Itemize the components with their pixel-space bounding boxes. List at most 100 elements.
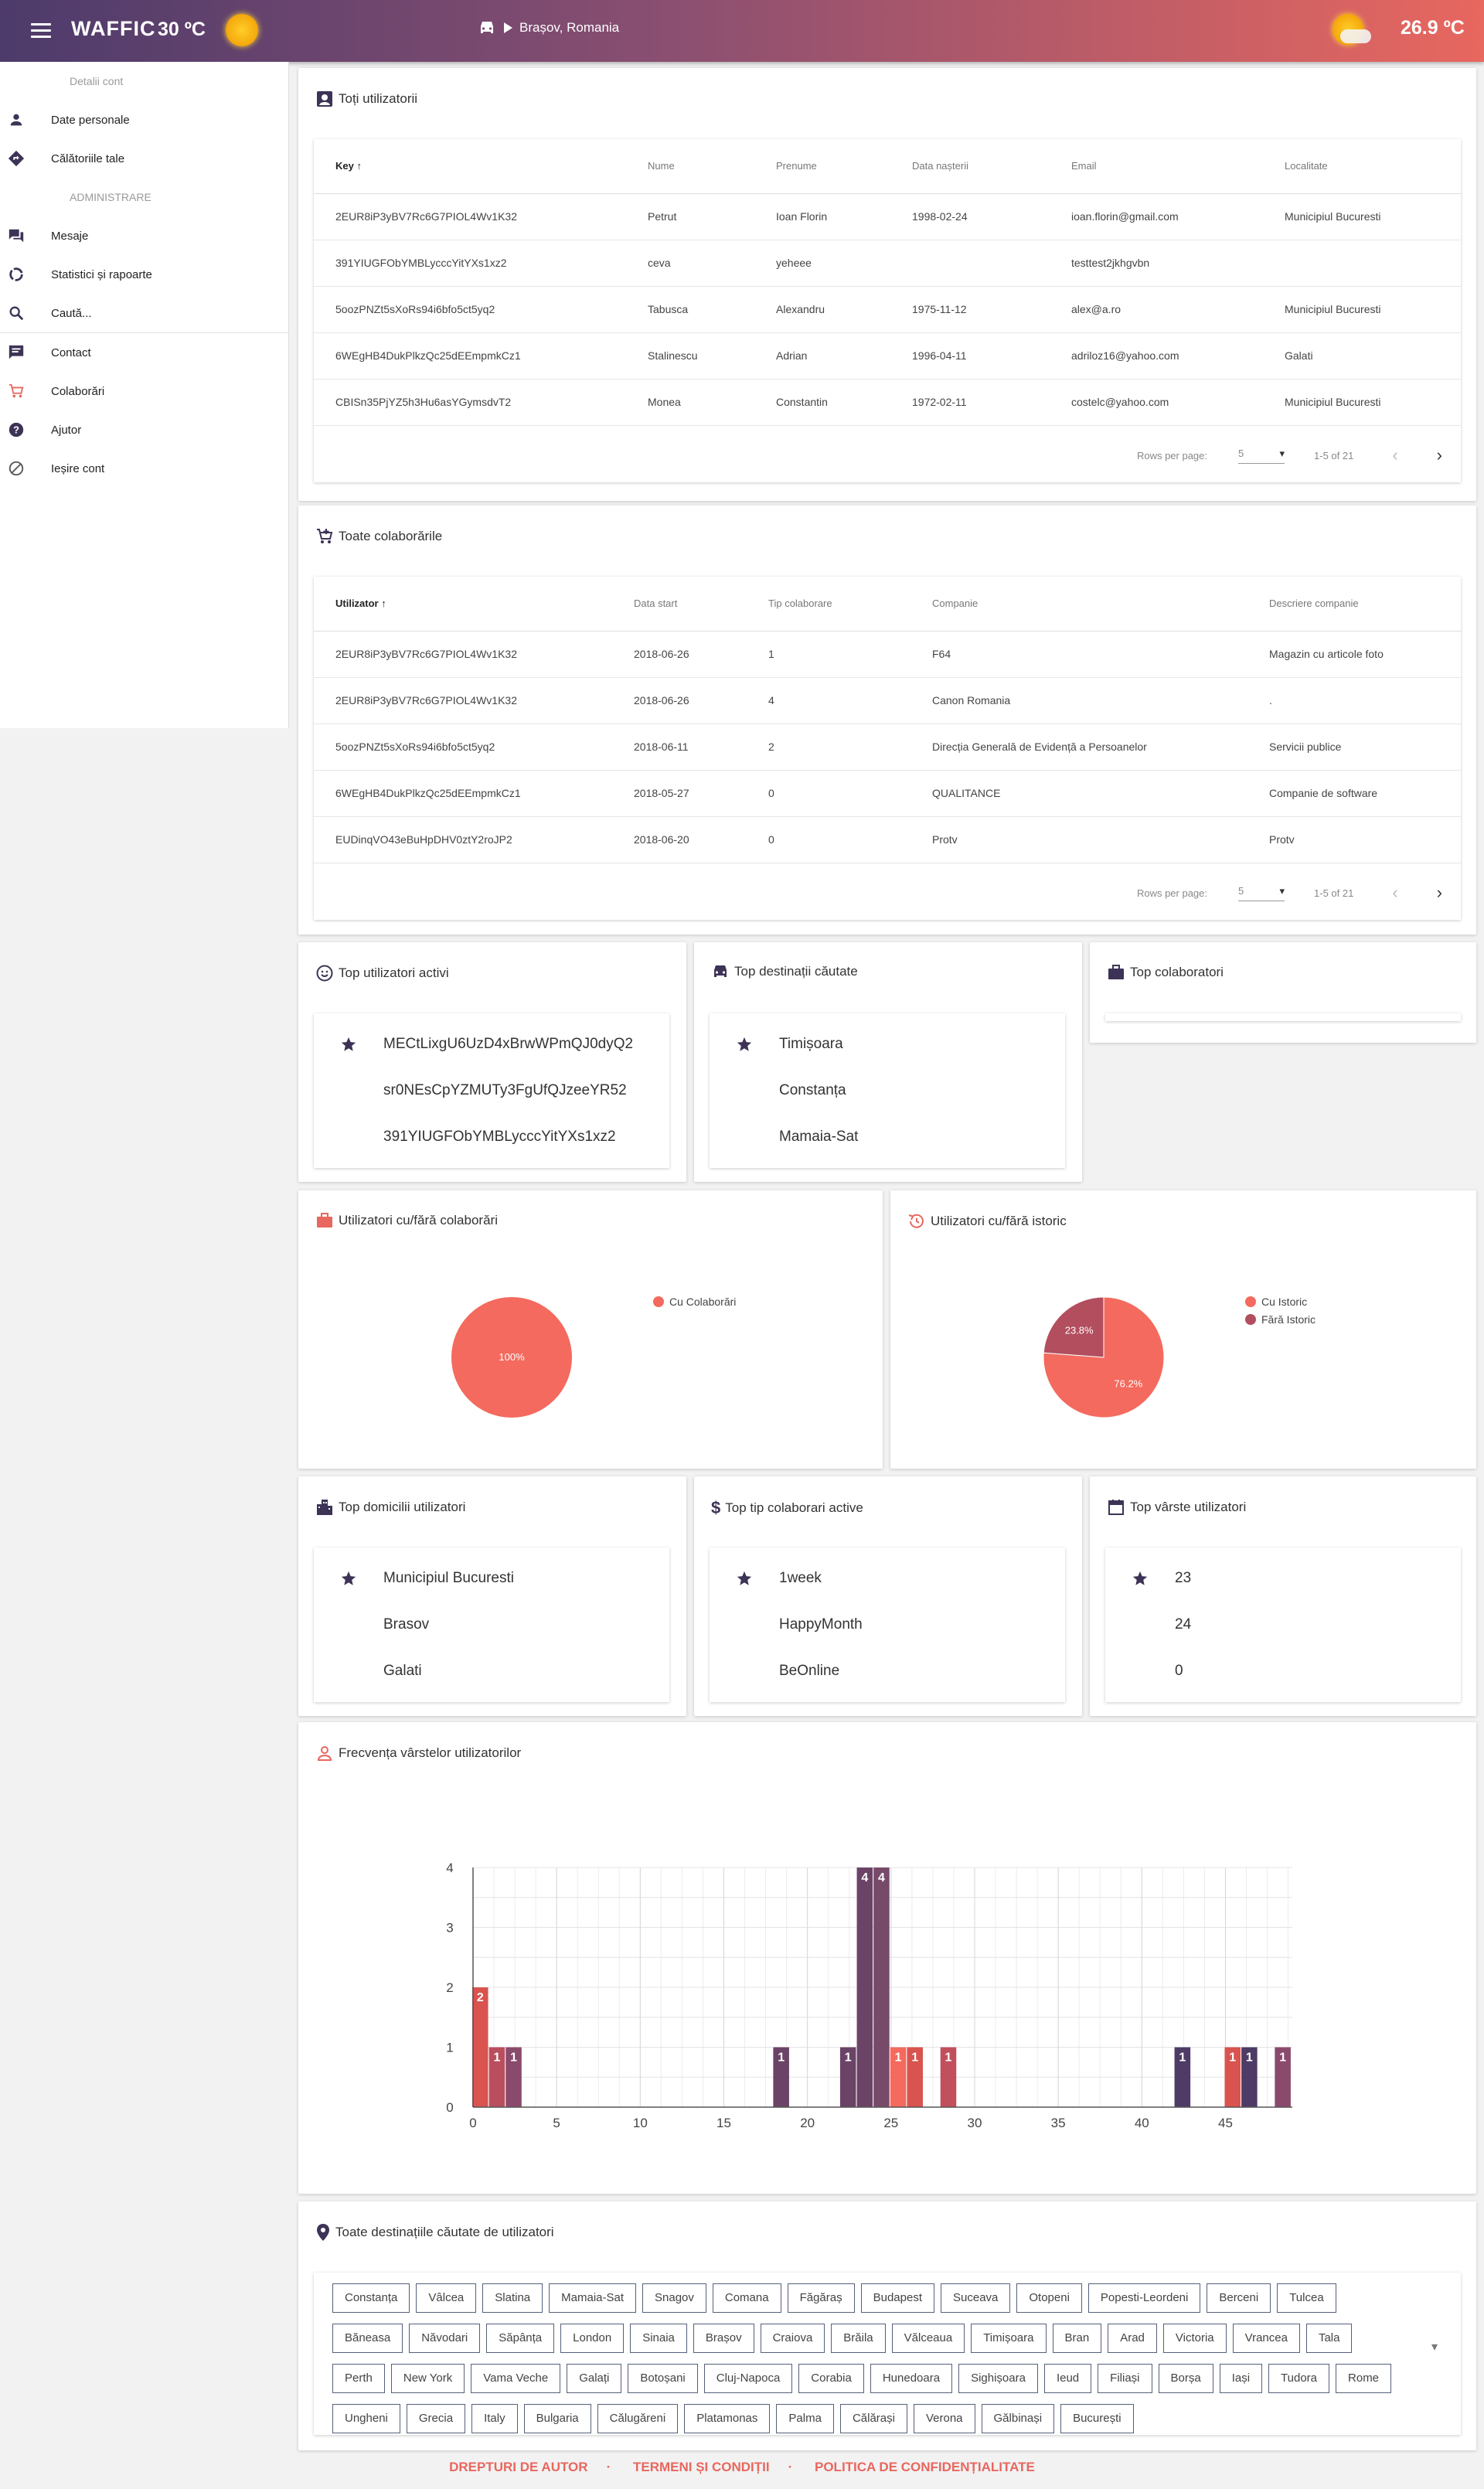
destination-chip[interactable]: Filiași xyxy=(1098,2364,1152,2393)
destination-chip[interactable]: Vâlcea xyxy=(416,2283,477,2313)
list-item[interactable]: 24 xyxy=(1105,1602,1461,1648)
destination-chip[interactable]: Ungheni xyxy=(332,2404,400,2433)
destination-chip[interactable]: Tala xyxy=(1305,2324,1353,2353)
col-header-first-name[interactable]: Prenume xyxy=(754,139,890,194)
list-item[interactable]: HappyMonth xyxy=(710,1602,1065,1648)
destination-chip[interactable]: London xyxy=(560,2324,625,2353)
list-item[interactable]: Brasov xyxy=(314,1602,669,1648)
destination-chip[interactable]: Hunedoara xyxy=(870,2364,953,2393)
sidebar-item-search[interactable]: Caută... xyxy=(0,294,288,332)
destination-chip[interactable]: Verona xyxy=(913,2404,975,2433)
next-page-icon[interactable]: › xyxy=(1437,883,1442,903)
destination-chip[interactable]: Săpânța xyxy=(486,2324,555,2353)
destination-chip[interactable]: Gălbinași xyxy=(981,2404,1055,2433)
sidebar-item-messages[interactable]: Mesaje xyxy=(0,216,288,255)
prev-page-icon[interactable]: ‹ xyxy=(1392,445,1397,465)
destination-chip[interactable]: Iași xyxy=(1219,2364,1263,2393)
destination-chip[interactable]: Borșa xyxy=(1158,2364,1213,2393)
destination-chip[interactable]: Tudora xyxy=(1268,2364,1330,2393)
table-row[interactable]: 2EUR8iP3yBV7Rc6G7PIOL4Wv1K32 Petrut Ioan F… xyxy=(314,193,1461,240)
destination-chip[interactable]: Snagov xyxy=(642,2283,706,2313)
col-header-collab-type[interactable]: Tip colaborare xyxy=(747,577,910,632)
col-header-last-name[interactable]: Nume xyxy=(626,139,754,194)
destination-chip[interactable]: Mamaia-Sat xyxy=(549,2283,636,2313)
destination-chip[interactable]: Năvodari xyxy=(409,2324,481,2353)
destination-chip[interactable]: Otopeni xyxy=(1016,2283,1082,2313)
destination-chip[interactable]: Vălceaua xyxy=(891,2324,965,2353)
destination-chip[interactable]: Brașov xyxy=(693,2324,754,2353)
destination-chip[interactable]: Platamonas xyxy=(684,2404,771,2433)
menu-icon[interactable] xyxy=(31,23,51,39)
legend-label[interactable]: Cu Colaborări xyxy=(669,1296,736,1308)
table-row[interactable]: 2EUR8iP3yBV7Rc6G7PIOL4Wv1K32 2018-06-26 1 F… xyxy=(314,631,1461,678)
destination-chip[interactable]: Italy xyxy=(471,2404,518,2433)
destination-chip[interactable]: Constanța xyxy=(332,2283,410,2313)
table-row[interactable]: 6WEgHB4DukPlkzQc25dEEmpmkCz1 Stalinescu Ad… xyxy=(314,332,1461,380)
destination-chip[interactable]: Suceava xyxy=(941,2283,1011,2313)
destination-chip[interactable]: Craiova xyxy=(760,2324,825,2353)
destination-chip[interactable]: Tulcea xyxy=(1277,2283,1336,2313)
destination-chip[interactable]: Vrancea xyxy=(1232,2324,1300,2353)
table-row[interactable]: CBISn35PjYZ5h3Hu6asYGymsdvT2 Monea Constan… xyxy=(314,379,1461,426)
destination-chip[interactable]: Făgăraș xyxy=(787,2283,855,2313)
sidebar-item-help[interactable]: ? Ajutor xyxy=(0,410,288,449)
list-item[interactable]: 0 xyxy=(1105,1648,1461,1694)
destination-chip[interactable]: Sighișoara xyxy=(958,2364,1038,2393)
legend-label[interactable]: Cu Istoric xyxy=(1261,1296,1307,1308)
list-item[interactable]: Timișoara xyxy=(710,1021,1065,1067)
list-item[interactable]: MECtLixgU6UzD4xBrwWPmQJ0dyQ2 xyxy=(314,1021,669,1067)
destination-chip[interactable]: Galați xyxy=(567,2364,622,2393)
destination-chip[interactable]: Călugăreni xyxy=(597,2404,679,2433)
destination-chip[interactable]: Berceni xyxy=(1207,2283,1271,2313)
table-row[interactable]: EUDinqVO43eBuHpDHV0ztY2roJP2 2018-06-20 0 P… xyxy=(314,816,1461,863)
location-indicator[interactable]: Brașov, Romania xyxy=(478,20,619,36)
destination-chip[interactable]: Corabia xyxy=(798,2364,864,2393)
sidebar-item-logout[interactable]: Ieșire cont xyxy=(0,449,288,488)
destination-chip[interactable]: Slatina xyxy=(482,2283,543,2313)
list-item[interactable]: 391YIUGFObYMBLycccYitYXs1xz2 xyxy=(314,1114,669,1160)
destination-chip[interactable]: Bulgaria xyxy=(523,2404,591,2433)
table-row[interactable]: 5oozPNZt5sXoRs94i6bfo5ct5yq2 Tabusca Alexa… xyxy=(314,286,1461,333)
footer-link-privacy[interactable]: POLITICA DE CONFIDENȚIALITATE xyxy=(815,2460,1035,2474)
col-header-birthdate[interactable]: Data nașterii xyxy=(890,139,1050,194)
destination-chip[interactable]: Victoria xyxy=(1162,2324,1227,2353)
list-item[interactable]: sr0NEsCpYZMUTy3FgUfQJzeeYR52 xyxy=(314,1067,669,1114)
destination-chip[interactable]: Popesti-Leordeni xyxy=(1087,2283,1201,2313)
expand-more-icon[interactable]: ▾ xyxy=(1431,2339,1438,2355)
col-header-key[interactable]: Key ↑ xyxy=(314,139,626,194)
destination-chip[interactable]: Brăila xyxy=(831,2324,886,2353)
destination-chip[interactable]: Arad xyxy=(1108,2324,1157,2353)
rows-per-page-select[interactable]: 5 ▾ xyxy=(1238,885,1285,901)
destination-chip[interactable]: Comana xyxy=(712,2283,781,2313)
col-header-user[interactable]: Utilizator ↑ xyxy=(314,577,612,632)
sidebar-item-personal-data[interactable]: Date personale xyxy=(0,100,288,139)
footer-link-terms[interactable]: TERMENI ȘI CONDIȚII xyxy=(633,2460,770,2474)
list-item[interactable]: 1week xyxy=(710,1555,1065,1602)
destination-chip[interactable]: Grecia xyxy=(406,2404,466,2433)
list-item[interactable]: Mamaia-Sat xyxy=(710,1114,1065,1160)
col-header-email[interactable]: Email xyxy=(1050,139,1263,194)
col-header-company[interactable]: Companie xyxy=(910,577,1247,632)
destination-chip[interactable]: Cluj-Napoca xyxy=(703,2364,793,2393)
footer-link-copyright[interactable]: DREPTURI DE AUTOR xyxy=(449,2460,587,2474)
table-row[interactable]: 2EUR8iP3yBV7Rc6G7PIOL4Wv1K32 2018-06-26 4 C… xyxy=(314,677,1461,724)
bar-age-0[interactable] xyxy=(472,1987,488,2107)
destination-chip[interactable]: Sinaia xyxy=(630,2324,687,2353)
destination-chip[interactable]: Budapest xyxy=(860,2283,934,2313)
sidebar-item-collaborations[interactable]: Colaborări xyxy=(0,372,288,410)
rows-per-page-select[interactable]: 5 ▾ xyxy=(1238,448,1285,464)
destination-chip[interactable]: Botoșani xyxy=(628,2364,698,2393)
bar-age-23[interactable] xyxy=(856,1868,873,2107)
destination-chip[interactable]: Băneasa xyxy=(332,2324,403,2353)
col-header-company-desc[interactable]: Descriere companie xyxy=(1247,577,1461,632)
destination-chip[interactable]: New York xyxy=(390,2364,465,2393)
list-item[interactable]: Constanța xyxy=(710,1067,1065,1114)
sidebar-item-trips[interactable]: Călătoriile tale xyxy=(0,139,288,178)
destination-chip[interactable]: Călărași xyxy=(839,2404,907,2433)
list-item[interactable]: Galati xyxy=(314,1648,669,1694)
list-item[interactable]: Municipiul Bucuresti xyxy=(314,1555,669,1602)
destination-chip[interactable]: Palma xyxy=(776,2404,834,2433)
list-item[interactable]: 23 xyxy=(1105,1555,1461,1602)
table-row[interactable]: 6WEgHB4DukPlkzQc25dEEmpmkCz1 2018-05-27 0 Q… xyxy=(314,770,1461,817)
prev-page-icon[interactable]: ‹ xyxy=(1392,883,1397,903)
